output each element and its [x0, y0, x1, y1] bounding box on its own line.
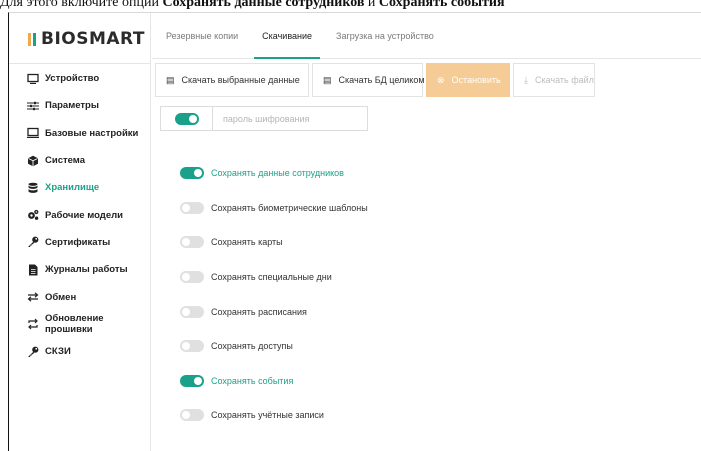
database-icon: [27, 182, 39, 194]
option-save-biometric-templates[interactable]: Сохранять биометрические шаблоны: [180, 191, 368, 226]
option-save-special-days[interactable]: Сохранять специальные дни: [180, 260, 368, 295]
encryption-password-input[interactable]: [213, 108, 363, 129]
stop-button[interactable]: ⊗ Остановить: [426, 63, 510, 97]
sidebar: BIOSMART Устройство Параметры Базовые на…: [9, 13, 151, 451]
instruction-caption: Для этого включите опции Сохранять данны…: [0, 0, 701, 10]
sidebar-item-work-models[interactable]: Рабочие модели: [9, 201, 150, 228]
sidebar-item-label: Сертификаты: [45, 236, 111, 248]
save-options-list: Сохранять данные сотрудников Сохранять б…: [180, 156, 368, 433]
sidebar-item-label: Обмен: [45, 291, 77, 303]
sidebar-item-parameters[interactable]: Параметры: [9, 92, 150, 119]
sidebar-item-label: Журналы работы: [45, 264, 128, 276]
cube-icon: [27, 155, 39, 167]
option-label: Сохранять учётные записи: [211, 410, 324, 421]
sidebar-item-label: Базовые настройки: [45, 127, 139, 139]
sidebar-item-label: Хранилище: [45, 182, 100, 194]
option-label: Сохранять специальные дни: [211, 272, 332, 283]
caption-bold-employees: Сохранять данные сотрудников: [162, 0, 365, 10]
document-icon: [27, 264, 39, 276]
sidebar-item-label: Система: [45, 155, 85, 167]
toggle-switch[interactable]: [180, 409, 204, 422]
sidebar-item-firmware-update[interactable]: Обновление прошивки: [9, 311, 150, 338]
sidebar-divider: [9, 63, 150, 64]
toggle-switch[interactable]: [180, 340, 204, 353]
option-label: Сохранять события: [211, 375, 294, 386]
option-save-schedules[interactable]: Сохранять расписания: [180, 294, 368, 329]
sidebar-item-basic-settings[interactable]: Базовые настройки: [9, 120, 150, 147]
sidebar-item-logs[interactable]: Журналы работы: [9, 256, 150, 283]
logo: BIOSMART: [28, 28, 145, 50]
encryption-toggle[interactable]: [174, 112, 199, 125]
download-icon: ⤓: [524, 74, 528, 85]
app-window: BIOSMART Устройство Параметры Базовые на…: [8, 12, 701, 451]
sidebar-item-skzi[interactable]: СКЗИ: [9, 338, 150, 365]
option-label: Сохранять доступы: [211, 341, 293, 352]
sidebar-item-exchange[interactable]: Обмен: [9, 283, 150, 310]
encryption-row: [160, 106, 368, 131]
sidebar-item-label: Параметры: [45, 100, 99, 112]
sidebar-nav: Устройство Параметры Базовые настройки С…: [9, 65, 150, 365]
key-icon: [27, 346, 39, 358]
sidebar-item-label: Рабочие модели: [45, 209, 123, 221]
download-selected-button[interactable]: ▤ Скачать выбранные данные: [155, 63, 309, 97]
tab-backups[interactable]: Резервные копии: [166, 13, 238, 59]
gears-icon: [27, 209, 39, 221]
file-icon: ▤: [166, 74, 175, 85]
option-label: Сохранять расписания: [211, 306, 307, 317]
main-panel: Резервные копии Скачивание Загрузка на у…: [152, 13, 701, 451]
sidebar-item-storage[interactable]: Хранилище: [9, 174, 150, 201]
toggle-switch[interactable]: [180, 167, 204, 180]
download-db-button[interactable]: ▤ Скачать БД целиком: [312, 63, 425, 97]
toggle-switch[interactable]: [180, 305, 204, 318]
refresh-icon: [27, 318, 39, 330]
tab-bar: Резервные копии Скачивание Загрузка на у…: [152, 13, 701, 59]
caption-bold-events: Сохранять события: [378, 0, 505, 10]
toggle-switch[interactable]: [180, 236, 204, 249]
sidebar-item-label: СКЗИ: [45, 346, 71, 358]
download-file-label: Скачать файл: [534, 75, 594, 85]
encryption-toggle-wrap: [161, 107, 213, 130]
sidebar-item-label: Обновление прошивки: [45, 313, 104, 336]
stop-label: Остановить: [451, 75, 501, 85]
key-icon: [27, 236, 39, 248]
tab-download[interactable]: Скачивание: [254, 13, 320, 59]
option-label: Сохранять карты: [211, 237, 283, 248]
stop-icon: ⊗: [437, 74, 445, 85]
tab-upload-to-device[interactable]: Загрузка на устройство: [336, 13, 434, 59]
sliders-icon: [27, 100, 39, 112]
option-save-employees[interactable]: Сохранять данные сотрудников: [180, 156, 368, 191]
toggle-switch[interactable]: [180, 271, 204, 284]
download-selected-label: Скачать выбранные данные: [181, 75, 300, 85]
caption-middle: и: [364, 0, 379, 10]
option-label: Сохранять биометрические шаблоны: [211, 202, 368, 213]
logo-mark-icon: [28, 32, 36, 46]
sidebar-item-label: Устройство: [45, 73, 100, 85]
caption-prefix: Для этого включите опции: [0, 0, 163, 10]
option-save-events[interactable]: Сохранять события: [180, 364, 368, 399]
option-label: Сохранять данные сотрудников: [211, 168, 344, 179]
exchange-icon: [27, 291, 39, 303]
sidebar-item-system[interactable]: Система: [9, 147, 150, 174]
download-toolbar: ▤ Скачать выбранные данные ▤ Скачать БД …: [155, 63, 595, 97]
option-save-accesses[interactable]: Сохранять доступы: [180, 329, 368, 364]
option-save-accounts[interactable]: Сохранять учётные записи: [180, 398, 368, 433]
option-save-cards[interactable]: Сохранять карты: [180, 225, 368, 260]
monitor-icon: [27, 73, 39, 85]
download-db-label: Скачать БД целиком: [338, 75, 425, 85]
sidebar-item-certificates[interactable]: Сертификаты: [9, 229, 150, 256]
toggle-switch[interactable]: [180, 374, 204, 387]
download-file-button[interactable]: ⤓ Скачать файл: [513, 63, 595, 97]
file-icon: ▤: [323, 74, 332, 85]
toggle-switch[interactable]: [180, 201, 204, 214]
logo-text: BIOSMART: [41, 29, 145, 49]
monitor-icon: [27, 127, 39, 139]
sidebar-item-device[interactable]: Устройство: [9, 65, 150, 92]
